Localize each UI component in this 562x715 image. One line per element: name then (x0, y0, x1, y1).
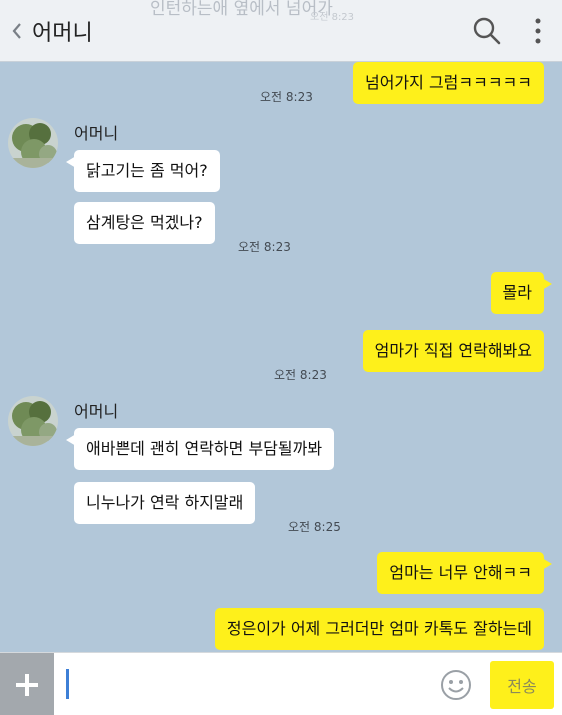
my-message-bubble[interactable]: 정은이가 어제 그러더만 엄마 카톡도 잘하는데 (214, 608, 544, 650)
message-input-bar: 전송 (0, 652, 562, 715)
plus-icon (16, 673, 38, 696)
sender-avatar[interactable] (8, 118, 58, 168)
faded-preview-time: 오전 8:23 (310, 12, 355, 23)
other-message-bubble[interactable]: 삼계탕은 먹겠나? (74, 202, 215, 244)
message-time: 오전 8:25 (288, 520, 341, 534)
emoticon-icon[interactable] (440, 669, 472, 701)
text-cursor (66, 669, 69, 699)
send-button[interactable]: 전송 (490, 661, 554, 709)
message-time: 오전 8:23 (274, 368, 327, 382)
message-time: 오전 8:23 (260, 90, 313, 104)
chat-header: 인턴하는애 옆에서 넘어가 오전 8:23 어머니 (0, 0, 562, 62)
other-message-bubble[interactable]: 니누나가 연락 하지말래 (74, 482, 256, 524)
more-menu-icon[interactable] (534, 16, 542, 46)
sender-name: 어머니 (74, 124, 119, 143)
my-message-bubble[interactable]: 엄마는 너무 안해ㅋㅋ (377, 552, 552, 594)
other-message-bubble[interactable]: 닭고기는 좀 먹어? (66, 150, 220, 192)
sender-avatar[interactable] (8, 396, 58, 446)
search-icon[interactable] (470, 14, 504, 48)
message-time: 오전 8:23 (238, 240, 291, 254)
my-message-bubble[interactable]: 엄마가 직접 연락해봐요 (362, 330, 544, 372)
my-message-bubble[interactable]: 몰라 (490, 272, 553, 314)
attach-plus-button[interactable] (0, 653, 54, 715)
faded-message-preview: 인턴하는애 옆에서 넘어가 오전 8:23 (150, 0, 355, 23)
chat-title: 어머니 (32, 20, 93, 46)
other-message-bubble[interactable]: 애바쁜데 괜히 연락하면 부담될까봐 (65, 428, 335, 470)
back-chevron-icon[interactable] (8, 16, 26, 46)
sender-name: 어머니 (74, 402, 119, 421)
chat-message-list[interactable]: 오전 8:23 넘어가지 그럼ㅋㅋㅋㅋㅋ 어머니 닭고기는 좀 먹어? 삼계탕은… (0, 62, 562, 652)
message-input[interactable] (62, 661, 432, 707)
my-message-bubble[interactable]: 넘어가지 그럼ㅋㅋㅋㅋㅋ (352, 62, 544, 104)
